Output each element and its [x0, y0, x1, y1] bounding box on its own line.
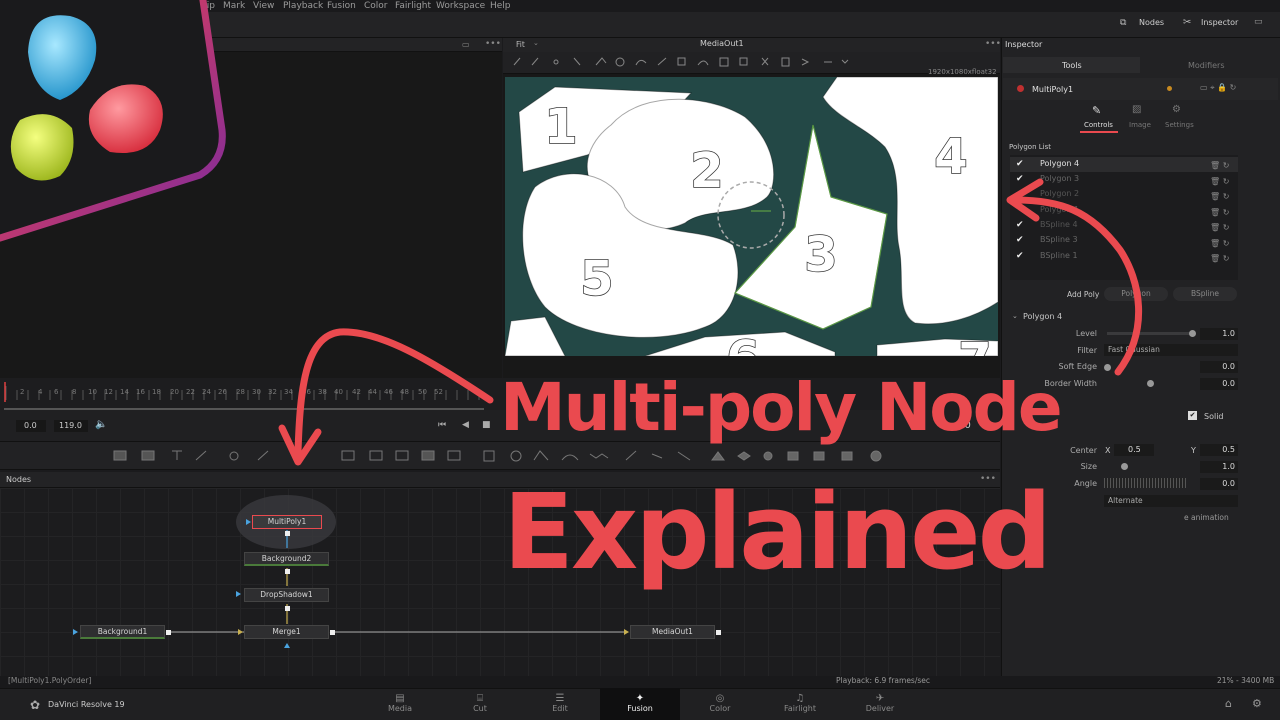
arrow-to-polygon-list: [1011, 196, 1142, 376]
overlay-title-line2: Explained: [503, 471, 1052, 593]
arrow-to-nodes: [294, 328, 494, 456]
annotation-arrows: [278, 178, 1142, 466]
overlay-title-line1: Multi-poly Node: [500, 369, 1063, 446]
